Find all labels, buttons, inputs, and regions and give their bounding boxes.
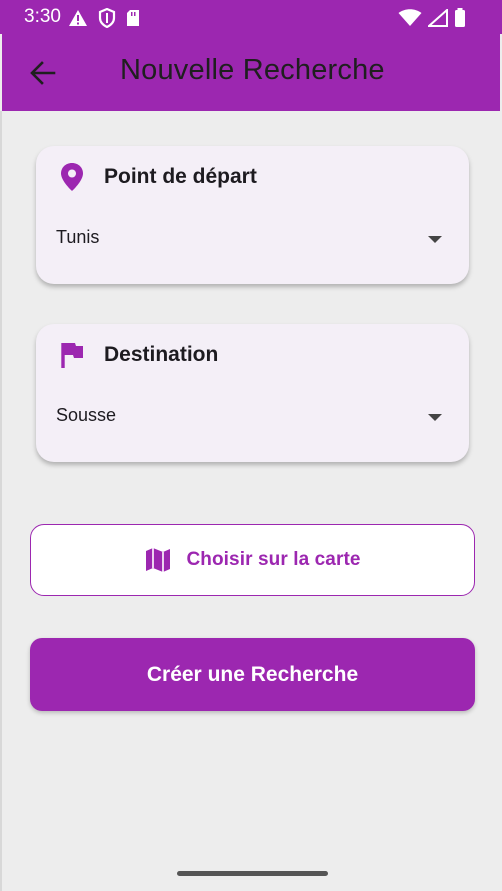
departure-card: Point de départ Tunis [36, 146, 469, 284]
destination-title: Destination [104, 343, 219, 366]
map-icon [146, 548, 171, 572]
left-edge-divider [0, 111, 2, 891]
choose-on-map-label: Choisir sur la carte [186, 549, 361, 570]
arrow-back-icon [30, 61, 56, 85]
departure-select[interactable]: Tunis [56, 220, 448, 254]
destination-card-header: Destination [58, 340, 218, 370]
status-icons-right [398, 8, 466, 28]
sd-card-icon [127, 10, 139, 26]
departure-title: Point de départ [104, 165, 257, 188]
departure-card-header: Point de départ [58, 162, 257, 192]
location-pin-icon [61, 163, 83, 191]
create-search-button[interactable]: Créer une Recherche [30, 638, 475, 711]
status-icons-left [68, 8, 140, 28]
dropdown-arrow-icon [428, 236, 442, 243]
back-button[interactable] [26, 58, 60, 88]
choose-on-map-button[interactable]: Choisir sur la carte [30, 524, 475, 596]
dropdown-arrow-icon [428, 414, 442, 421]
status-time: 3:30 [24, 6, 61, 27]
wifi-icon [398, 9, 422, 26]
status-bar: 3:30 [0, 0, 502, 34]
flag-icon [61, 343, 83, 368]
create-search-label: Créer une Recherche [146, 662, 359, 686]
destination-select[interactable]: Sousse [56, 398, 448, 432]
shield-icon [98, 8, 116, 28]
warning-icon [69, 10, 87, 26]
home-indicator[interactable] [177, 871, 328, 876]
departure-value: Tunis [56, 227, 100, 247]
destination-value: Sousse [56, 405, 117, 425]
battery-icon [455, 8, 465, 27]
app-bar: Nouvelle Recherche [2, 34, 500, 111]
destination-card: Destination Sousse [36, 324, 469, 462]
page-title: Nouvelle Recherche [120, 54, 385, 86]
signal-icon [428, 9, 448, 27]
